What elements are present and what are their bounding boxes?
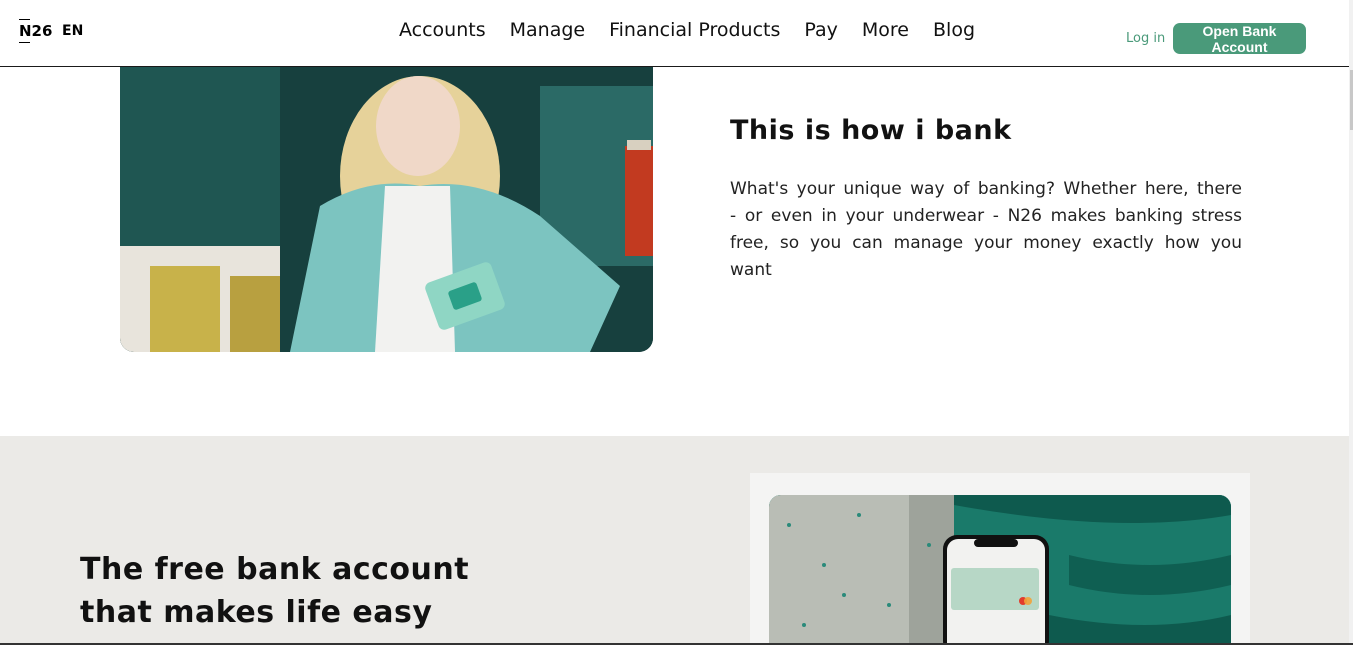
section-heading: The free bank account that makes life ea… [80, 552, 470, 630]
logo-underline [19, 42, 30, 43]
logo-bar [19, 19, 30, 20]
hero-photo-woman-with-card [120, 66, 653, 352]
main-nav: Accounts Manage Financial Products Pay M… [399, 19, 999, 41]
nav-item-blog[interactable]: Blog [933, 19, 975, 41]
promo-card [750, 473, 1250, 645]
nav-item-pay[interactable]: Pay [804, 19, 838, 41]
phone-promo-image [769, 495, 1231, 645]
site-header: N26 EN Accounts Manage Financial Product… [0, 0, 1349, 67]
n26-logo[interactable]: N26 [19, 22, 52, 40]
section-title: This is how i bank [730, 115, 1012, 146]
scrollbar[interactable] [1349, 0, 1353, 645]
open-bank-account-button[interactable]: Open Bank Account [1173, 23, 1306, 55]
login-link[interactable]: Log in [1126, 31, 1165, 46]
free-account-section: The free bank account that makes life ea… [0, 436, 1349, 645]
nav-item-manage[interactable]: Manage [510, 19, 585, 41]
nav-item-accounts[interactable]: Accounts [399, 19, 486, 41]
language-switch[interactable]: EN [62, 23, 83, 39]
nav-item-financial-products[interactable]: Financial Products [609, 19, 780, 41]
section-description: What's your unique way of banking? Wheth… [730, 179, 1242, 280]
nav-item-more[interactable]: More [862, 19, 909, 41]
